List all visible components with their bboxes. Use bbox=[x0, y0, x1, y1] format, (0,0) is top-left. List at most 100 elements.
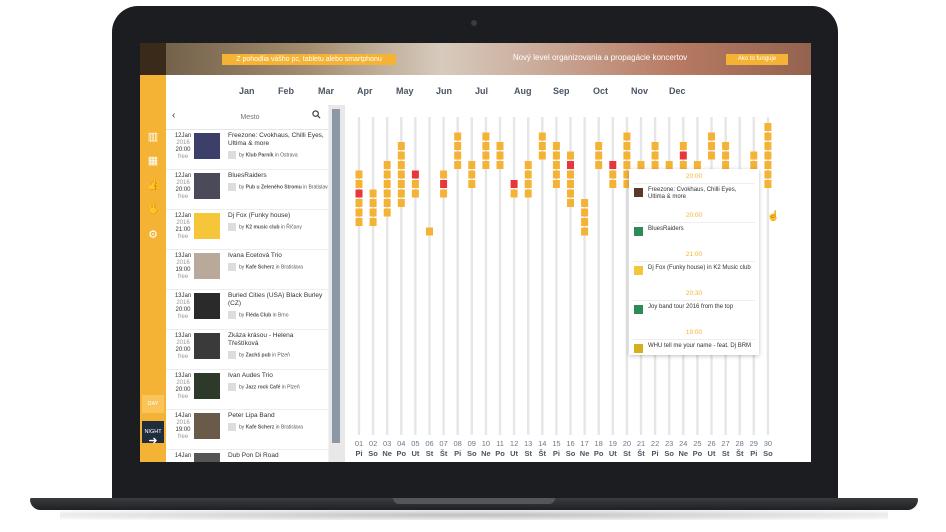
event-block[interactable] bbox=[708, 132, 715, 141]
venue-name[interactable]: Kafe Scherz bbox=[246, 424, 275, 430]
event-title[interactable]: Dub Pon Di Road bbox=[228, 452, 324, 460]
tooltip-event-title[interactable]: Dj Fox (Funky house) in K2 Music club bbox=[648, 265, 752, 272]
month-jul[interactable]: Jul bbox=[475, 86, 488, 96]
event-block[interactable] bbox=[764, 170, 772, 179]
event-block[interactable] bbox=[397, 151, 405, 160]
app-logo[interactable] bbox=[140, 43, 166, 75]
tooltip-event-title[interactable]: Freezone: Cvokhaus, Chilli Eyes, Ultima … bbox=[648, 187, 752, 201]
day-track[interactable] bbox=[512, 117, 516, 435]
day-number-label[interactable]: 21 bbox=[637, 439, 645, 448]
event-block[interactable] bbox=[440, 180, 448, 188]
event-block[interactable] bbox=[552, 161, 560, 169]
day-number-label[interactable]: 03 bbox=[383, 439, 391, 448]
event-block[interactable] bbox=[454, 132, 462, 141]
event-block[interactable] bbox=[637, 161, 645, 169]
event-block[interactable] bbox=[567, 199, 574, 207]
event-block[interactable] bbox=[496, 142, 504, 150]
event-block[interactable] bbox=[567, 161, 574, 169]
day-number-label[interactable]: 13 bbox=[524, 439, 532, 448]
scroll-track[interactable] bbox=[332, 109, 340, 443]
day-number-label[interactable]: 30 bbox=[764, 439, 772, 448]
event-block[interactable] bbox=[397, 161, 405, 169]
day-number-label[interactable]: 26 bbox=[707, 439, 715, 448]
day-number-label[interactable]: 02 bbox=[369, 439, 377, 448]
venue-name[interactable]: Kafe Scherz bbox=[246, 264, 275, 270]
month-apr[interactable]: Apr bbox=[357, 86, 373, 96]
day-track[interactable] bbox=[357, 117, 361, 435]
event-title[interactable]: BluesRaiders bbox=[228, 172, 324, 180]
event-block[interactable] bbox=[623, 132, 631, 141]
event-block[interactable] bbox=[524, 180, 532, 188]
tooltip-event-title[interactable]: WHU tell me your name - feat. Dj BRM bbox=[648, 343, 752, 350]
back-chevron-icon[interactable]: ‹ bbox=[172, 110, 175, 121]
event-block[interactable] bbox=[581, 218, 589, 226]
event-block[interactable] bbox=[623, 142, 631, 150]
thumbs-up-icon[interactable]: 👍 bbox=[147, 179, 161, 191]
event-block[interactable] bbox=[355, 180, 363, 188]
event-title[interactable]: Ivana Ecetová Trio bbox=[228, 252, 324, 260]
chart-icon[interactable]: ▥ bbox=[147, 131, 159, 143]
event-thumbnail[interactable] bbox=[194, 453, 220, 462]
day-number-label[interactable]: 23 bbox=[665, 439, 673, 448]
event-block[interactable] bbox=[411, 180, 419, 188]
event-block[interactable] bbox=[693, 161, 701, 169]
list-item[interactable]: 14Jan 2016 19:00 free Peter Lipa Band by Kafe… bbox=[166, 409, 328, 450]
event-block[interactable] bbox=[411, 170, 419, 179]
list-item[interactable]: 13Jan 2016 20:00 free Ivan Audes Trio by Jazz… bbox=[166, 369, 328, 410]
day-number-label[interactable]: 17 bbox=[580, 439, 588, 448]
day-number-label[interactable]: 08 bbox=[454, 439, 462, 448]
event-block[interactable] bbox=[482, 142, 490, 150]
day-number-label[interactable]: 05 bbox=[411, 439, 419, 448]
event-block[interactable] bbox=[411, 189, 419, 198]
event-block[interactable] bbox=[440, 189, 448, 198]
event-block[interactable] bbox=[397, 180, 405, 188]
event-block[interactable] bbox=[679, 142, 687, 150]
month-oct[interactable]: Oct bbox=[593, 86, 608, 96]
event-thumbnail[interactable] bbox=[194, 333, 220, 359]
venue-name[interactable]: Klub Parník bbox=[246, 152, 274, 158]
hand-icon[interactable]: ✋ bbox=[147, 203, 161, 215]
event-block[interactable] bbox=[524, 189, 532, 198]
venue-name[interactable]: Jazz rock Café bbox=[246, 384, 281, 390]
event-block[interactable] bbox=[708, 142, 715, 150]
event-block[interactable] bbox=[567, 189, 574, 198]
day-number-label[interactable]: 18 bbox=[595, 439, 603, 448]
event-thumbnail[interactable] bbox=[194, 213, 220, 239]
event-thumbnail[interactable] bbox=[194, 373, 220, 399]
event-title[interactable]: Buried Cities (USA) Black Burley (CZ) bbox=[228, 292, 324, 308]
event-block[interactable] bbox=[496, 151, 504, 160]
city-search-input[interactable] bbox=[188, 110, 312, 124]
venue-name[interactable]: Pub u Zeleného Stromu bbox=[246, 184, 302, 190]
event-block[interactable] bbox=[538, 142, 546, 150]
event-thumbnail[interactable] bbox=[194, 253, 220, 279]
event-block[interactable] bbox=[764, 151, 772, 160]
event-block[interactable] bbox=[552, 142, 560, 150]
day-number-label[interactable]: 14 bbox=[538, 439, 546, 448]
day-number-label[interactable]: 27 bbox=[721, 439, 729, 448]
day-track[interactable] bbox=[414, 117, 417, 435]
event-block[interactable] bbox=[397, 142, 405, 150]
event-block[interactable] bbox=[552, 180, 560, 188]
day-track[interactable] bbox=[428, 117, 431, 435]
event-title[interactable]: Ivan Audes Trio bbox=[228, 372, 324, 380]
event-block[interactable] bbox=[510, 189, 518, 198]
event-block[interactable] bbox=[369, 208, 377, 217]
event-block[interactable] bbox=[468, 161, 476, 169]
event-block[interactable] bbox=[524, 170, 532, 179]
event-block[interactable] bbox=[679, 161, 687, 169]
list-item[interactable]: 12Jan 2016 20:00 free Freezone: Cvokhaus, Ch… bbox=[166, 129, 328, 170]
event-title[interactable]: Zkáza krásou - Helena Třeštíková bbox=[228, 332, 324, 348]
day-mode-button[interactable]: DAY bbox=[142, 395, 164, 413]
day-number-label[interactable]: 12 bbox=[510, 439, 518, 448]
day-number-label[interactable]: 20 bbox=[623, 439, 631, 448]
day-number-label[interactable]: 11 bbox=[496, 439, 504, 448]
event-block[interactable] bbox=[397, 199, 405, 207]
event-block[interactable] bbox=[468, 170, 476, 179]
event-block[interactable] bbox=[764, 180, 772, 188]
event-block[interactable] bbox=[609, 180, 617, 188]
event-block[interactable] bbox=[623, 151, 631, 160]
tooltip-event-title[interactable]: Joy band tour 2016 from the top bbox=[648, 304, 752, 311]
event-block[interactable] bbox=[468, 180, 476, 188]
day-number-label[interactable]: 29 bbox=[750, 439, 758, 448]
event-block[interactable] bbox=[581, 227, 589, 236]
